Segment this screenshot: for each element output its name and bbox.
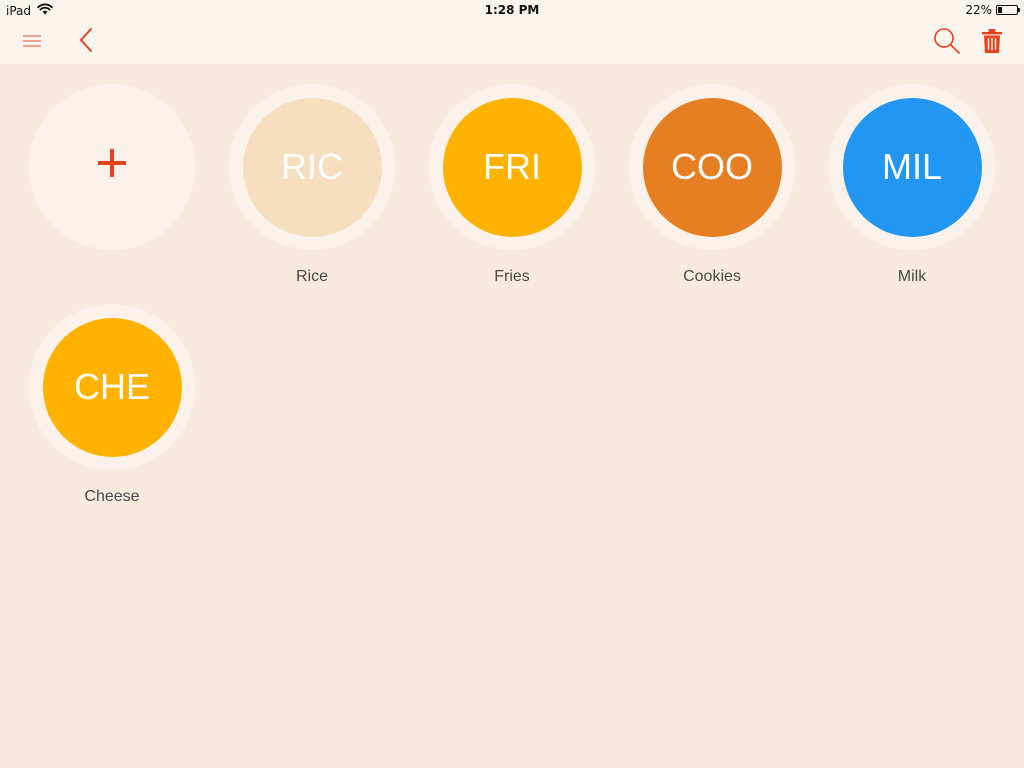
- item-label: Fries: [494, 268, 530, 285]
- item-fries[interactable]: FRI Fries: [429, 84, 595, 288]
- item-ring[interactable]: COO: [629, 84, 795, 250]
- search-icon: [933, 27, 961, 59]
- item-label: Milk: [897, 268, 927, 285]
- battery-fill: [998, 7, 1002, 13]
- item-ring[interactable]: CHE: [29, 304, 195, 470]
- item-circle: CHE: [42, 317, 182, 457]
- item-circle: MIL: [842, 97, 982, 237]
- item-label: [29, 268, 195, 288]
- item-ring[interactable]: MIL: [829, 84, 995, 250]
- item-cheese[interactable]: CHE Cheese: [29, 304, 195, 508]
- item-circle: COO: [642, 97, 782, 237]
- add-item-button[interactable]: [29, 84, 195, 250]
- back-button[interactable]: [72, 28, 100, 56]
- status-time: 1:28 PM: [484, 3, 540, 17]
- status-bar: iPad 1:28 PM 22%: [0, 0, 1024, 20]
- item-cookies[interactable]: COO Cookies: [629, 84, 795, 288]
- chevron-left-icon: [78, 27, 94, 57]
- status-right: 22%: [965, 3, 1020, 17]
- item-circle: RIC: [242, 97, 382, 237]
- menu-button[interactable]: [18, 30, 46, 54]
- item-circle: FRI: [442, 97, 582, 237]
- battery-percent: 22%: [965, 3, 992, 17]
- add-item-circle: [43, 98, 182, 237]
- plus-icon: [96, 146, 128, 188]
- hamburger-icon: [22, 33, 42, 52]
- add-item: [29, 84, 195, 288]
- delete-button[interactable]: [978, 28, 1006, 58]
- item-rice[interactable]: RIC Rice: [229, 84, 395, 288]
- item-label: Rice: [295, 268, 328, 285]
- item-ring[interactable]: FRI: [429, 84, 595, 250]
- search-button[interactable]: [932, 28, 962, 58]
- item-ring[interactable]: RIC: [229, 84, 395, 250]
- trash-icon: [981, 28, 1003, 58]
- battery-icon: [996, 5, 1020, 15]
- toolbar: [0, 20, 1024, 64]
- item-milk[interactable]: MIL Milk: [829, 84, 995, 288]
- item-label: Cheese: [84, 488, 140, 505]
- item-label: Cookies: [683, 268, 741, 285]
